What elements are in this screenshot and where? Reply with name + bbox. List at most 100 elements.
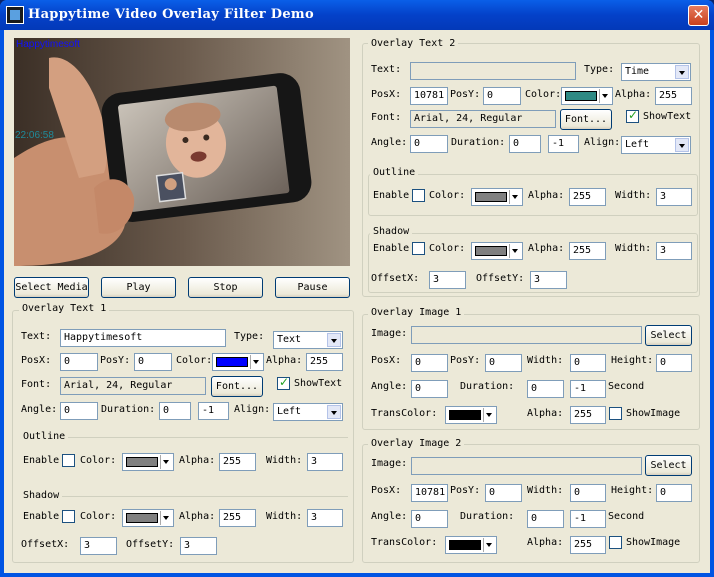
oi1-duration-end-input[interactable]: -1 [570,380,606,398]
oi2-transcolor-picker[interactable] [445,536,497,554]
oi1-angle-input[interactable]: 0 [411,380,448,398]
ot2-align-label: Align: [584,137,621,148]
ot2-showtext-checkbox[interactable] [626,108,639,123]
ot2-color-swatch [565,91,597,101]
ot2-outline-color-picker[interactable] [471,188,523,206]
chevron-down-icon [250,355,262,369]
ot2-align-select[interactable]: Left [621,136,691,154]
oi2-width-label: Width: [527,485,564,496]
ot2-font-button[interactable]: Font... [560,109,612,130]
ot1-duration-input[interactable]: 0 [159,402,191,420]
oi1-image-path[interactable] [411,326,642,344]
ot2-duration-end-input[interactable]: -1 [548,135,579,153]
ot1-shadow-color-picker[interactable] [122,509,174,527]
oi1-second-label: Second [608,381,645,392]
oi2-duration-end-input[interactable]: -1 [570,510,606,528]
ot1-shadow-offsety-label: OffsetY: [126,539,175,550]
ot2-shadow-offsetx-input[interactable]: 3 [429,271,466,289]
oi1-width-input[interactable]: 0 [570,354,606,372]
ot2-shadow-alpha-input[interactable]: 255 [569,242,606,260]
ot2-color-picker[interactable] [561,87,613,105]
ot1-posx-input[interactable]: 0 [60,353,98,371]
ot1-alpha-label: Alpha: [266,355,303,366]
oi2-posx-input[interactable]: 10781 [411,484,448,502]
ot2-alpha-input[interactable]: 255 [655,87,692,105]
ot1-outline-color-swatch [126,457,158,467]
ot1-color-picker[interactable] [212,353,264,371]
ot2-shadow-title: Shadow [370,226,413,238]
oi1-showimage-checkbox[interactable] [609,407,622,420]
ot2-outline-enable-label: Enable [373,190,410,201]
oi2-image-path[interactable] [411,457,642,475]
oi2-showimage-checkbox[interactable] [609,536,622,549]
oi2-width-input[interactable]: 0 [570,484,606,502]
pause-button[interactable]: Pause [275,277,350,298]
oi2-posy-label: PosY: [450,485,481,496]
ot2-shadow-offsety-input[interactable]: 3 [530,271,567,289]
oi1-duration-input[interactable]: 0 [527,380,564,398]
ot1-type-select[interactable]: Text [273,331,343,349]
ot2-outline-enable-checkbox[interactable] [412,189,425,202]
ot1-outline-width-input[interactable]: 3 [307,453,343,471]
oi2-posy-input[interactable]: 0 [485,484,522,502]
oi2-select-button[interactable]: Select [645,455,692,476]
ot2-align-value: Left [625,139,650,150]
ot1-text-label: Text: [21,331,52,342]
oi1-alpha-input[interactable]: 255 [570,406,606,424]
ot2-posy-input[interactable]: 0 [483,87,521,105]
ot1-shadow-enable-checkbox[interactable] [62,510,75,523]
oi2-transcolor-swatch [449,540,481,550]
oi1-height-input[interactable]: 0 [656,354,692,372]
ot2-outline-width-input[interactable]: 3 [656,188,692,206]
ot1-outline-color-label: Color: [80,455,117,466]
oi2-alpha-label: Alpha: [527,537,564,548]
oi1-angle-label: Angle: [371,381,408,392]
ot1-shadow-alpha-input[interactable]: 255 [219,509,256,527]
ot1-angle-input[interactable]: 0 [60,402,98,420]
ot2-text-input[interactable] [410,62,576,80]
select-media-button[interactable]: Select Media [14,277,89,298]
ot1-duration-end-input[interactable]: -1 [198,402,229,420]
ot1-outline-alpha-label: Alpha: [179,455,216,466]
ot2-posx-input[interactable]: 10781 [410,87,448,105]
oi1-select-button[interactable]: Select [645,325,692,346]
oi2-duration-input[interactable]: 0 [527,510,564,528]
ot1-shadow-width-input[interactable]: 3 [307,509,343,527]
ot1-align-select[interactable]: Left [273,403,343,421]
preview-overlay-text: Happytimesoft [16,39,80,50]
oi2-transcolor-label: TransColor: [371,537,438,548]
ot2-outline-alpha-input[interactable]: 255 [569,188,606,206]
oi1-posx-input[interactable]: 0 [411,354,448,372]
ot2-duration-input[interactable]: 0 [509,135,541,153]
video-preview: Happytimesoft 22:06:58 [14,38,350,266]
oi1-posy-input[interactable]: 0 [485,354,522,372]
ot1-font-button[interactable]: Font... [211,376,263,397]
ot1-showtext-checkbox[interactable] [277,375,290,390]
ot1-shadow-offsety-input[interactable]: 3 [180,537,217,555]
ot1-shadow-offsetx-input[interactable]: 3 [80,537,117,555]
ot2-posy-label: PosY: [450,89,481,100]
ot2-shadow-enable-label: Enable [373,243,410,254]
title-bar[interactable]: Happytime Video Overlay Filter Demo ✕ [0,0,714,30]
ot2-type-select[interactable]: Time [621,63,691,81]
stop-button[interactable]: Stop [188,277,263,298]
ot2-shadow-color-picker[interactable] [471,242,523,260]
ot2-outline-title: Outline [370,167,419,179]
ot2-angle-input[interactable]: 0 [410,135,448,153]
oi2-angle-input[interactable]: 0 [411,510,448,528]
ot1-text-input[interactable]: Happytimesoft [60,329,226,347]
oi1-transcolor-picker[interactable] [445,406,497,424]
oi2-alpha-input[interactable]: 255 [570,536,606,554]
ot1-outline-enable-checkbox[interactable] [62,454,75,467]
close-button[interactable]: ✕ [688,5,709,26]
ot2-text-label: Text: [371,64,402,75]
ot1-posy-input[interactable]: 0 [134,353,172,371]
ot1-alpha-input[interactable]: 255 [306,353,343,371]
ot1-outline-color-picker[interactable] [122,453,174,471]
oi2-height-input[interactable]: 0 [656,484,692,502]
ot2-shadow-enable-checkbox[interactable] [412,242,425,255]
play-button[interactable]: Play [101,277,176,298]
ot1-outline-alpha-input[interactable]: 255 [219,453,256,471]
ot2-shadow-width-input[interactable]: 3 [656,242,692,260]
ot1-showtext-label: ShowText [294,378,343,389]
